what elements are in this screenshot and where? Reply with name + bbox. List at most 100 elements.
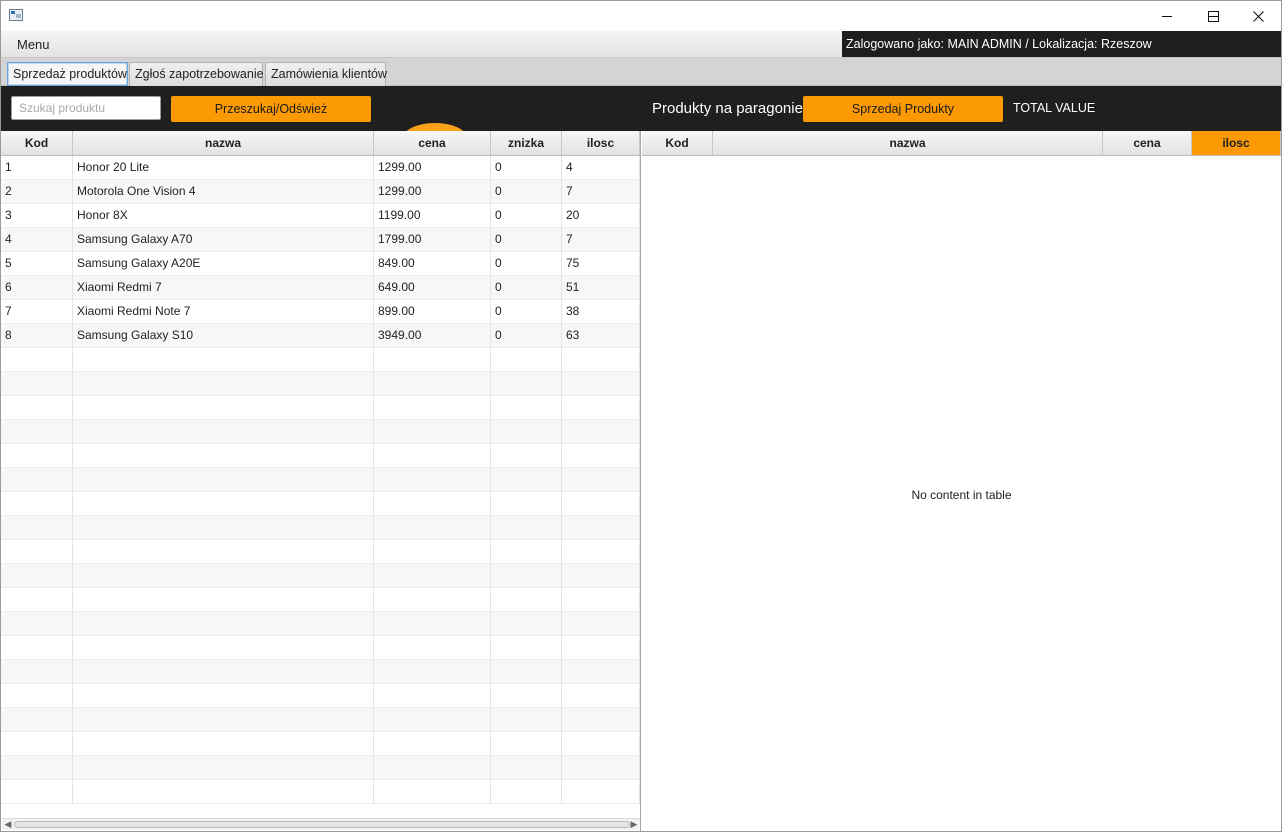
cell-cena	[374, 348, 491, 371]
cell-kod	[1, 684, 73, 707]
cell-nazwa	[73, 492, 374, 515]
empty-table-row	[1, 756, 640, 780]
receipt-column-header-nazwa[interactable]: nazwa	[713, 131, 1103, 155]
cell-ilosc	[562, 708, 640, 731]
cell-cena: 1799.00	[374, 228, 491, 251]
cell-ilosc	[562, 732, 640, 755]
tab-zamowienia-klientow[interactable]: Zamówienia klientów	[265, 62, 387, 86]
menu-item-menu[interactable]: Menu	[17, 37, 50, 52]
tab-bar: Sprzedaż produktów Zgłoś zapotrzebowanie…	[1, 58, 1281, 86]
cell-ilosc	[562, 420, 640, 443]
close-button[interactable]	[1235, 1, 1281, 31]
cell-znizka: 0	[491, 204, 562, 227]
cell-cena	[374, 636, 491, 659]
cell-nazwa	[73, 732, 374, 755]
table-row[interactable]: 5 Samsung Galaxy A20E 849.00 0 75	[1, 252, 640, 276]
search-input[interactable]	[11, 96, 161, 120]
cell-cena	[374, 468, 491, 491]
table-row[interactable]: 4 Samsung Galaxy A70 1799.00 0 7	[1, 228, 640, 252]
cell-kod: 6	[1, 276, 73, 299]
table-row[interactable]: 3 Honor 8X 1199.00 0 20	[1, 204, 640, 228]
cell-ilosc: 4	[562, 156, 640, 179]
sell-products-button[interactable]: Sprzedaj Produkty	[803, 96, 1003, 122]
cell-cena	[374, 540, 491, 563]
column-header-znizka[interactable]: znizka	[491, 131, 562, 155]
cell-znizka: 0	[491, 300, 562, 323]
cell-kod: 5	[1, 252, 73, 275]
cell-kod: 2	[1, 180, 73, 203]
maximize-button[interactable]	[1190, 1, 1236, 31]
cell-kod	[1, 612, 73, 635]
cell-znizka: 0	[491, 324, 562, 347]
cell-znizka	[491, 516, 562, 539]
products-table-header: Kod nazwa cena znizka ilosc	[1, 131, 640, 156]
table-row[interactable]: 8 Samsung Galaxy S10 3949.00 0 63	[1, 324, 640, 348]
cell-kod: 4	[1, 228, 73, 251]
cell-nazwa	[73, 588, 374, 611]
cell-znizka	[491, 468, 562, 491]
empty-table-row	[1, 780, 640, 804]
column-header-nazwa[interactable]: nazwa	[73, 131, 374, 155]
minimize-button-hit[interactable]	[1144, 1, 1190, 31]
scroll-right-icon[interactable]: ▶	[629, 819, 639, 830]
empty-table-message: No content in table	[911, 488, 1012, 502]
cell-nazwa	[73, 708, 374, 731]
table-row[interactable]: 2 Motorola One Vision 4 1299.00 0 7	[1, 180, 640, 204]
cell-ilosc	[562, 348, 640, 371]
cell-znizka	[491, 588, 562, 611]
cell-nazwa: Xiaomi Redmi Note 7	[73, 300, 374, 323]
cell-znizka: 0	[491, 156, 562, 179]
cell-znizka	[491, 564, 562, 587]
scroll-left-icon[interactable]: ◀	[3, 819, 13, 830]
table-row[interactable]: 7 Xiaomi Redmi Note 7 899.00 0 38	[1, 300, 640, 324]
column-header-kod[interactable]: Kod	[1, 131, 73, 155]
empty-table-row	[1, 612, 640, 636]
empty-table-row	[1, 348, 640, 372]
cell-ilosc	[562, 468, 640, 491]
cell-nazwa	[73, 372, 374, 395]
receipt-column-header-ilosc[interactable]: ilosc	[1192, 131, 1281, 155]
receipt-column-header-cena[interactable]: cena	[1103, 131, 1192, 155]
cell-znizka: 0	[491, 228, 562, 251]
maximize-icon	[1207, 10, 1219, 22]
search-refresh-button[interactable]: Przeszukaj/Odśwież	[171, 96, 371, 122]
app-icon	[9, 9, 23, 21]
table-row[interactable]: 1 Honor 20 Lite 1299.00 0 4	[1, 156, 640, 180]
horizontal-scrollbar[interactable]: ◀ ▶	[2, 818, 640, 830]
cell-nazwa	[73, 396, 374, 419]
cell-nazwa	[73, 612, 374, 635]
cell-ilosc	[562, 756, 640, 779]
tab-zglos-zapotrzebowanie[interactable]: Zgłoś zapotrzebowanie	[129, 62, 264, 86]
cell-nazwa	[73, 516, 374, 539]
cell-znizka	[491, 756, 562, 779]
cell-nazwa: Samsung Galaxy A20E	[73, 252, 374, 275]
cell-cena: 1299.00	[374, 156, 491, 179]
cell-znizka: 0	[491, 252, 562, 275]
cell-ilosc	[562, 612, 640, 635]
receipt-table[interactable]: Kod nazwa cena ilosc No content in table	[642, 131, 1281, 831]
column-header-cena[interactable]: cena	[374, 131, 491, 155]
receipt-column-header-kod[interactable]: Kod	[642, 131, 713, 155]
close-icon	[1252, 10, 1264, 22]
tab-sprzedaz-produktow[interactable]: Sprzedaż produktów	[7, 62, 128, 86]
cell-ilosc: 51	[562, 276, 640, 299]
cell-cena: 899.00	[374, 300, 491, 323]
scrollbar-thumb[interactable]	[14, 821, 630, 828]
cell-ilosc: 63	[562, 324, 640, 347]
cell-kod	[1, 708, 73, 731]
cell-nazwa: Honor 8X	[73, 204, 374, 227]
cell-cena	[374, 780, 491, 803]
cell-kod	[1, 348, 73, 371]
empty-table-row	[1, 420, 640, 444]
cell-cena: 1299.00	[374, 180, 491, 203]
minimize-glyph-icon	[1162, 16, 1172, 17]
cell-kod: 8	[1, 324, 73, 347]
cell-znizka	[491, 492, 562, 515]
cell-kod	[1, 492, 73, 515]
cell-nazwa	[73, 756, 374, 779]
column-header-ilosc[interactable]: ilosc	[562, 131, 640, 155]
empty-table-row	[1, 492, 640, 516]
table-row[interactable]: 6 Xiaomi Redmi 7 649.00 0 51	[1, 276, 640, 300]
products-table[interactable]: Kod nazwa cena znizka ilosc 1 Honor 20 Li…	[1, 131, 641, 831]
title-bar	[1, 1, 1281, 31]
